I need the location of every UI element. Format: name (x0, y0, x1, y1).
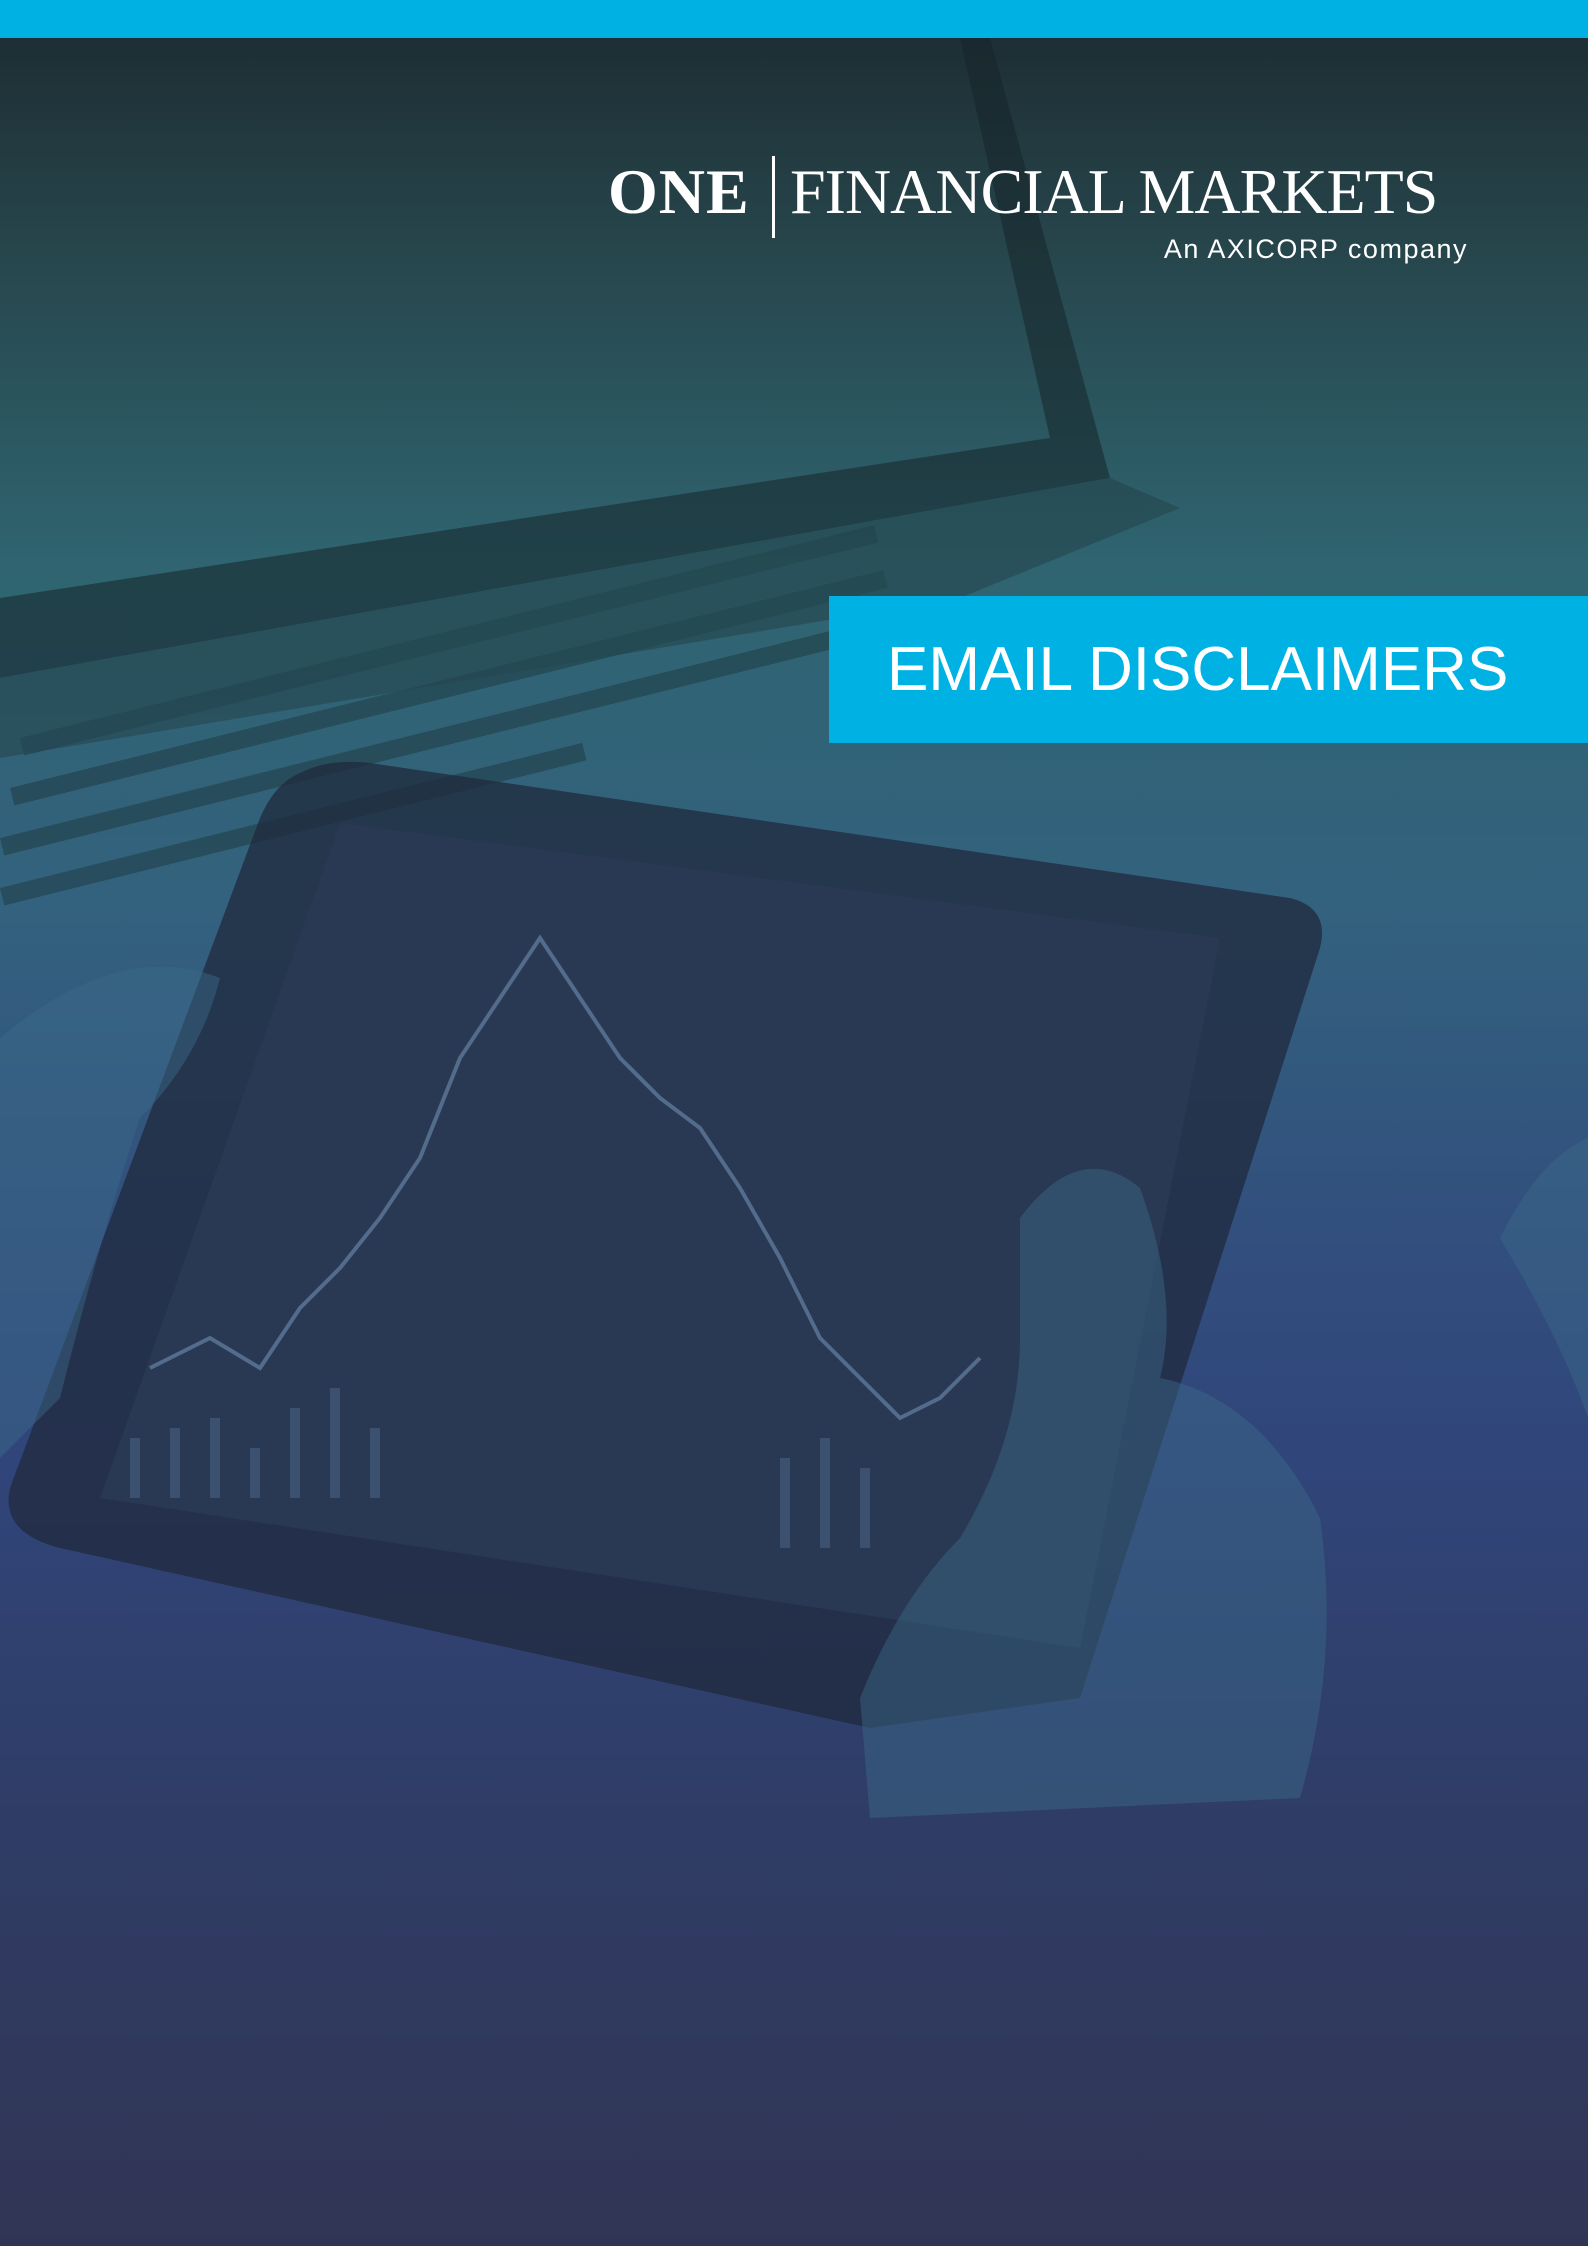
logo-divider (772, 156, 775, 238)
cover-page: ONE FINANCIAL MARKETS An AXICORP company… (0, 0, 1588, 2246)
top-accent-bar (0, 0, 1588, 38)
logo-wordmark-one: ONE (608, 156, 750, 227)
document-title: EMAIL DISCLAIMERS (887, 635, 1509, 704)
title-banner: EMAIL DISCLAIMERS (829, 596, 1588, 743)
company-logo: ONE FINANCIAL MARKETS An AXICORP company (608, 152, 1468, 272)
background-photo (0, 38, 1588, 1818)
logo-wordmark-name: FINANCIAL MARKETS (790, 156, 1438, 227)
logo-tagline: An AXICORP company (1163, 234, 1468, 264)
